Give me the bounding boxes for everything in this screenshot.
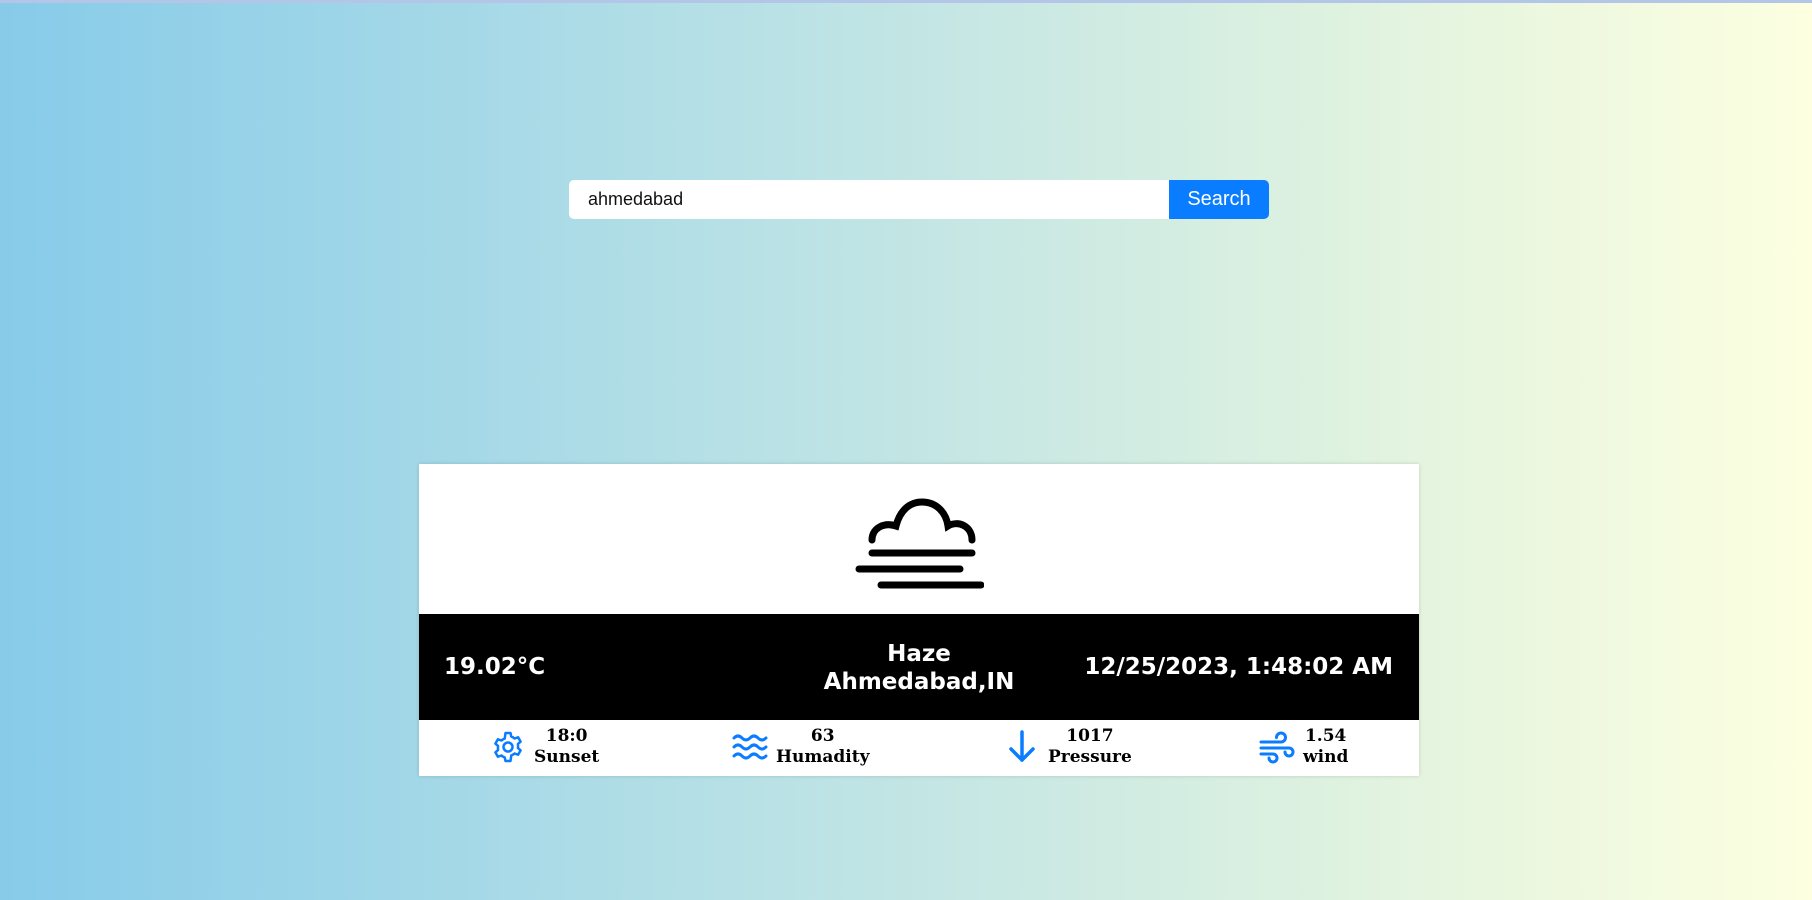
search-bar: Search	[569, 180, 1269, 219]
sunset-value: 18:0	[545, 726, 588, 746]
pressure-label: Pressure	[1048, 747, 1132, 767]
humidity-value: 63	[810, 726, 835, 746]
wind-value: 1.54	[1304, 726, 1347, 746]
weather-card: 19.02°C Haze Ahmedabad,IN 12/25/2023, 1:…	[419, 464, 1419, 776]
stat-wind: 1.54 wind	[1259, 726, 1348, 768]
arrow-down-icon	[1009, 730, 1035, 762]
search-input[interactable]	[569, 180, 1169, 219]
window-top-border	[0, 0, 1812, 3]
date-time: 12/25/2023, 1:48:02 AM	[1084, 654, 1393, 680]
waves-icon	[732, 734, 768, 760]
pressure-value: 1017	[1066, 726, 1114, 746]
wind-label: wind	[1303, 747, 1349, 767]
sunset-label: Sunset	[534, 747, 600, 767]
stat-sunset: 18:0 Sunset	[490, 726, 599, 768]
search-button[interactable]: Search	[1169, 180, 1269, 219]
humidity-label: Humadity	[776, 747, 870, 767]
stat-pressure: 1017 Pressure	[1004, 726, 1132, 768]
weather-stats: 18:0 Sunset 63 Humadity 1017 Pressure 1.…	[419, 720, 1419, 776]
weather-info-bar: 19.02°C Haze Ahmedabad,IN 12/25/2023, 1:…	[419, 614, 1419, 720]
weather-icon-area	[419, 464, 1419, 614]
stat-humidity: 63 Humadity	[732, 726, 870, 768]
haze-icon	[855, 498, 984, 589]
gear-icon	[494, 731, 522, 763]
wind-icon	[1259, 731, 1295, 764]
